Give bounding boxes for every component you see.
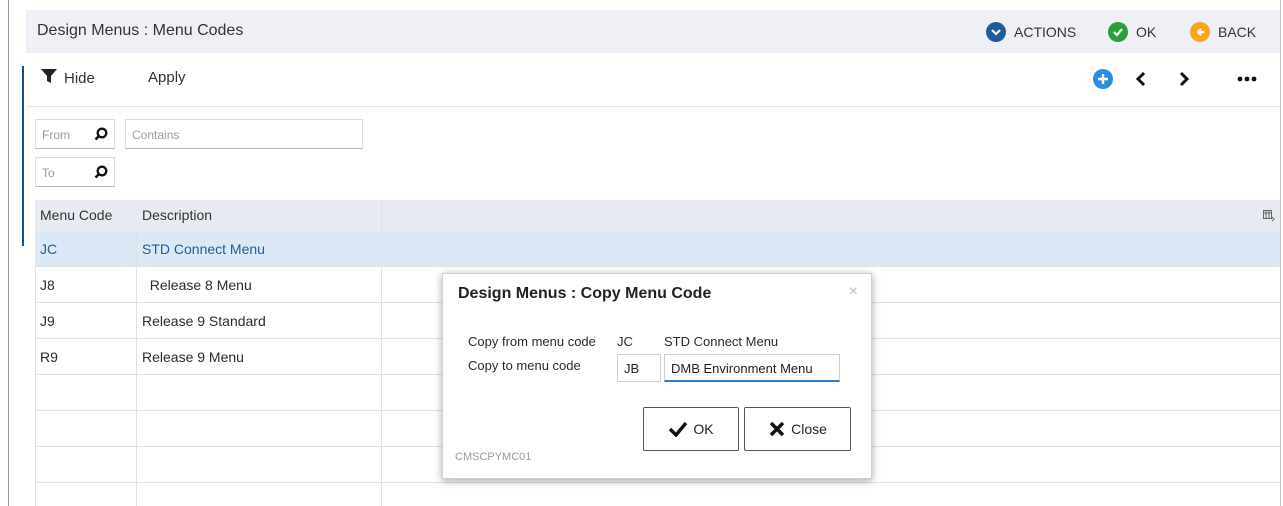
- table-row[interactable]: JC STD Connect Menu: [35, 231, 1280, 267]
- description-cell: Release 8 Menu: [142, 277, 252, 293]
- chevron-down-circle-icon: [986, 22, 1006, 42]
- copy-to-code-field[interactable]: JB: [617, 354, 661, 382]
- back-arrow-circle-icon: [1190, 22, 1210, 42]
- window-left-border: [8, 0, 9, 506]
- hide-filter-button[interactable]: Hide: [41, 69, 95, 88]
- search-icon[interactable]: [94, 165, 108, 182]
- hide-label: Hide: [64, 70, 95, 87]
- actions-label: ACTIONS: [1014, 24, 1077, 40]
- copy-from-label: Copy from menu code: [468, 334, 596, 349]
- close-x-icon: [769, 421, 785, 437]
- dialog-close-icon[interactable]: ×: [849, 283, 858, 301]
- more-icon[interactable]: [1235, 67, 1259, 91]
- dialog-close-button[interactable]: Close: [744, 407, 851, 451]
- copy-from-code: JC: [617, 334, 633, 349]
- empty-table-row: [35, 483, 1280, 506]
- menu-code-cell: R9: [40, 349, 58, 365]
- actions-button[interactable]: ACTIONS: [986, 20, 1076, 44]
- column-header-menu-code[interactable]: Menu Code: [40, 207, 112, 223]
- title-bar: Design Menus : Menu Codes ACTIONS OK BAC…: [26, 10, 1280, 53]
- from-placeholder: From: [42, 128, 70, 142]
- description-cell: Release 9 Menu: [142, 349, 244, 365]
- back-button[interactable]: BACK: [1190, 20, 1256, 44]
- dialog-close-label: Close: [791, 421, 827, 437]
- filter-icon: [41, 69, 57, 88]
- ok-header-label: OK: [1136, 24, 1157, 40]
- chevron-right-icon[interactable]: [1172, 67, 1196, 91]
- copy-menu-code-dialog: Design Menus : Copy Menu Code × Copy fro…: [442, 273, 872, 479]
- program-code: CMSCPYMC01: [455, 451, 532, 463]
- page-title: Design Menus : Menu Codes: [37, 22, 244, 39]
- ok-header-button[interactable]: OK: [1108, 20, 1156, 44]
- chevron-left-icon[interactable]: [1129, 67, 1153, 91]
- contains-filter-input[interactable]: Contains: [125, 119, 363, 149]
- dialog-ok-label: OK: [693, 421, 714, 437]
- contains-placeholder: Contains: [132, 128, 180, 142]
- copy-from-description: STD Connect Menu: [664, 334, 779, 349]
- column-chooser-icon[interactable]: [1263, 208, 1275, 224]
- back-label: BACK: [1218, 24, 1257, 40]
- toolbar: Hide Apply: [26, 53, 1280, 107]
- add-circle-icon[interactable]: [1091, 67, 1115, 91]
- menu-code-cell: J8: [40, 277, 55, 293]
- apply-button[interactable]: Apply: [148, 69, 186, 86]
- description-cell: STD Connect Menu: [142, 241, 265, 257]
- column-header-description[interactable]: Description: [142, 207, 212, 223]
- checkmark-icon: [669, 421, 688, 437]
- to-filter-input[interactable]: To: [35, 157, 115, 187]
- column-divider: [35, 267, 36, 506]
- check-circle-icon: [1108, 22, 1128, 42]
- to-placeholder: To: [42, 166, 55, 180]
- copy-to-label: Copy to menu code: [468, 358, 581, 373]
- menu-code-cell: JC: [40, 241, 58, 257]
- from-filter-input[interactable]: From: [35, 119, 115, 149]
- table-header: Menu Code Description: [35, 200, 1280, 231]
- focus-accent-bar: [22, 66, 24, 246]
- search-icon[interactable]: [94, 127, 108, 144]
- menu-code-cell: J9: [40, 313, 55, 329]
- dialog-title: Design Menus : Copy Menu Code: [458, 285, 712, 302]
- window-right-border: [1280, 0, 1281, 506]
- column-divider: [136, 231, 137, 506]
- copy-to-description-field[interactable]: DMB Environment Menu: [664, 354, 840, 382]
- description-cell: Release 9 Standard: [142, 313, 266, 329]
- dialog-ok-button[interactable]: OK: [643, 407, 739, 451]
- column-divider: [381, 200, 382, 506]
